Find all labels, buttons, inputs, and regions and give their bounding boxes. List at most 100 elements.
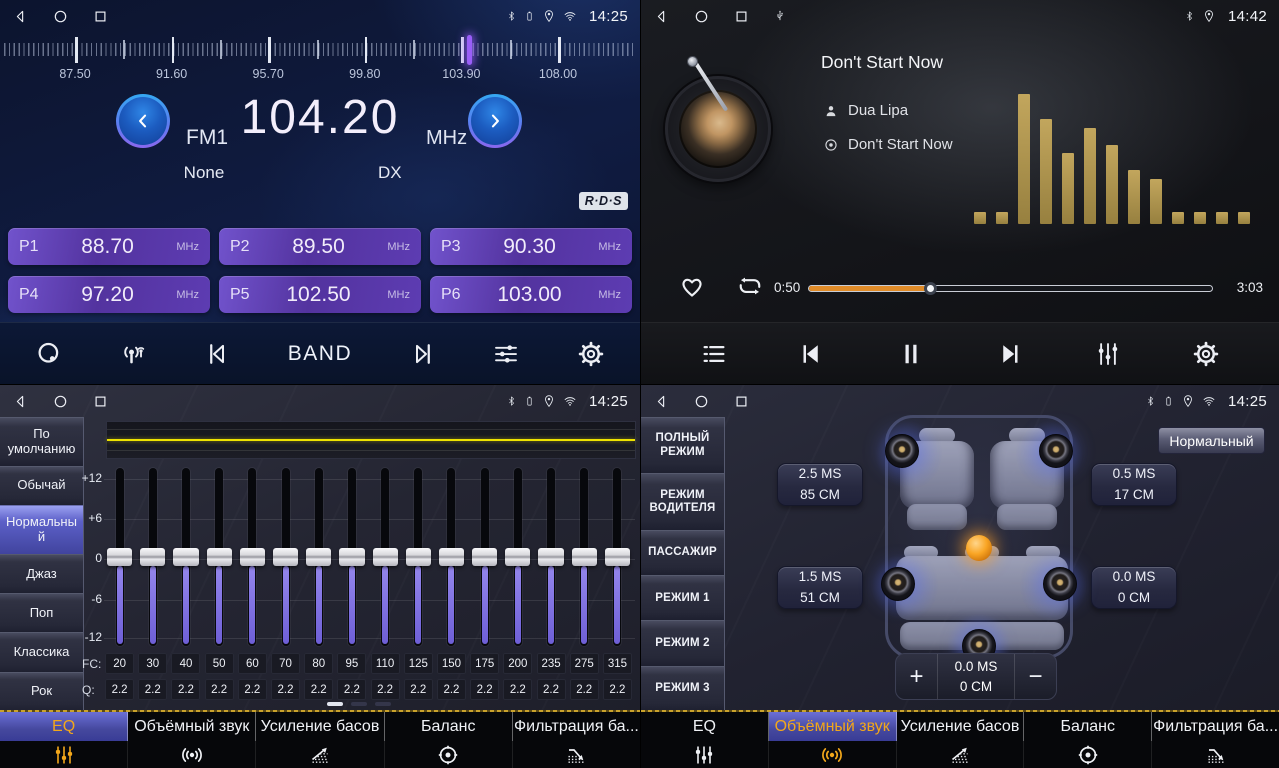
back-icon[interactable] (653, 393, 670, 410)
tab-filter[interactable]: Фильтрация ба... (513, 712, 640, 741)
preset-button[interactable]: P5102.50MHz (219, 276, 421, 313)
tab-surround-sound[interactable]: Объёмный звук (128, 712, 256, 741)
eq-band-slider[interactable] (269, 463, 302, 651)
slider-handle[interactable] (240, 548, 265, 566)
dial-tuning-indicator[interactable] (467, 35, 472, 65)
sound-mode-item[interactable]: РЕЖИМ ВОДИТЕЛЯ (641, 473, 724, 529)
preset-button[interactable]: P188.70MHz (8, 228, 210, 265)
previous-station-icon[interactable] (203, 339, 233, 369)
tab-filter[interactable]: Фильтрация ба... (1152, 712, 1279, 741)
tab-eq[interactable]: EQ (0, 712, 128, 741)
slider-handle[interactable] (605, 548, 630, 566)
settings-gear-icon[interactable] (576, 339, 606, 369)
eq-band-slider[interactable] (601, 463, 634, 651)
eq-band-slider[interactable] (435, 463, 468, 651)
broadcast-icon[interactable] (119, 339, 149, 369)
pause-icon[interactable] (896, 339, 926, 369)
eq-band-slider[interactable] (402, 463, 435, 651)
tab-surround-sound[interactable]: Объёмный звук (769, 712, 897, 741)
tune-down-button[interactable] (116, 94, 170, 148)
tab-filter-icon-button[interactable] (1152, 741, 1279, 768)
slider-handle[interactable] (572, 548, 597, 566)
decrease-delay-button[interactable]: − (1015, 654, 1056, 699)
tab-balance[interactable]: Баланс (1024, 712, 1152, 741)
mixer-icon[interactable] (1093, 339, 1123, 369)
slider-handle[interactable] (107, 548, 132, 566)
slider-handle[interactable] (538, 548, 563, 566)
profile-button[interactable]: Нормальный (1158, 427, 1265, 454)
band-button[interactable]: BAND (288, 342, 352, 366)
home-icon[interactable] (693, 8, 710, 25)
repeat-icon[interactable] (735, 271, 765, 301)
tab-surround-sound-icon-button[interactable] (769, 741, 897, 768)
tab-balance[interactable]: Баланс (385, 712, 513, 741)
previous-track-icon[interactable] (797, 339, 827, 369)
eq-band-slider[interactable] (468, 463, 501, 651)
eq-band-slider[interactable] (136, 463, 169, 651)
eq-settings-icon[interactable] (491, 339, 521, 369)
front-right-speaker-icon[interactable] (1039, 434, 1073, 468)
eq-band-slider[interactable] (501, 463, 534, 651)
next-station-icon[interactable] (407, 339, 437, 369)
slider-handle[interactable] (472, 548, 497, 566)
eq-band-slider[interactable] (302, 463, 335, 651)
eq-band-slider[interactable] (203, 463, 236, 651)
eq-preset-item[interactable]: По умолчанию (0, 417, 83, 466)
slider-handle[interactable] (306, 548, 331, 566)
slider-handle[interactable] (273, 548, 298, 566)
album-art-vinyl[interactable] (665, 76, 771, 182)
recents-icon[interactable] (92, 393, 109, 410)
preset-button[interactable]: P6103.00MHz (430, 276, 632, 313)
eq-band-slider[interactable] (335, 463, 368, 651)
scan-icon[interactable] (34, 339, 64, 369)
home-icon[interactable] (52, 8, 69, 25)
back-icon[interactable] (12, 393, 29, 410)
frequency-dial[interactable]: 87.5091.6095.7099.80103.90108.00 (4, 34, 636, 82)
sound-mode-item[interactable]: РЕЖИМ 1 (641, 575, 724, 620)
slider-handle[interactable] (439, 548, 464, 566)
home-icon[interactable] (52, 393, 69, 410)
front-left-delay-button[interactable]: 2.5 MS 85 CM (777, 463, 863, 506)
settings-gear-icon[interactable] (1191, 339, 1221, 369)
next-track-icon[interactable] (994, 339, 1024, 369)
progress-bar[interactable] (808, 285, 1213, 292)
slider-handle[interactable] (406, 548, 431, 566)
eq-preset-item[interactable]: Нормальный (0, 505, 83, 554)
eq-band-slider[interactable] (369, 463, 402, 651)
tab-bass-boost[interactable]: Усиление басов (256, 712, 384, 741)
slider-handle[interactable] (140, 548, 165, 566)
eq-preset-item[interactable]: Обычай (0, 466, 83, 505)
front-right-delay-button[interactable]: 0.5 MS 17 CM (1091, 463, 1177, 506)
tune-up-button[interactable] (468, 94, 522, 148)
rear-right-speaker-icon[interactable] (1043, 567, 1077, 601)
slider-handle[interactable] (339, 548, 364, 566)
preset-button[interactable]: P289.50MHz (219, 228, 421, 265)
playlist-icon[interactable] (699, 339, 729, 369)
tab-eq-icon-button[interactable] (641, 741, 769, 768)
slider-handle[interactable] (173, 548, 198, 566)
eq-preset-item[interactable]: Поп (0, 593, 83, 632)
slider-handle[interactable] (373, 548, 398, 566)
recents-icon[interactable] (92, 8, 109, 25)
recents-icon[interactable] (733, 393, 750, 410)
eq-band-slider[interactable] (103, 463, 136, 651)
eq-band-slider[interactable] (568, 463, 601, 651)
tab-balance-icon-button[interactable] (385, 741, 513, 768)
slider-handle[interactable] (207, 548, 232, 566)
tab-bass-boost[interactable]: Усиление басов (897, 712, 1025, 741)
preset-button[interactable]: P390.30MHz (430, 228, 632, 265)
rear-left-speaker-icon[interactable] (881, 567, 915, 601)
front-left-speaker-icon[interactable] (885, 434, 919, 468)
progress-knob[interactable] (924, 282, 937, 295)
eq-preset-item[interactable]: Классика (0, 632, 83, 671)
sound-mode-item[interactable]: ПОЛНЫЙ РЕЖИМ (641, 417, 724, 473)
back-icon[interactable] (653, 8, 670, 25)
tab-surround-sound-icon-button[interactable] (128, 741, 256, 768)
tab-filter-icon-button[interactable] (513, 741, 640, 768)
listening-position-marker[interactable] (966, 535, 992, 561)
sound-mode-item[interactable]: РЕЖИМ 2 (641, 620, 724, 665)
eq-band-slider[interactable] (236, 463, 269, 651)
preset-button[interactable]: P497.20MHz (8, 276, 210, 313)
rear-right-delay-button[interactable]: 0.0 MS 0 CM (1091, 566, 1177, 609)
eq-band-slider[interactable] (534, 463, 567, 651)
